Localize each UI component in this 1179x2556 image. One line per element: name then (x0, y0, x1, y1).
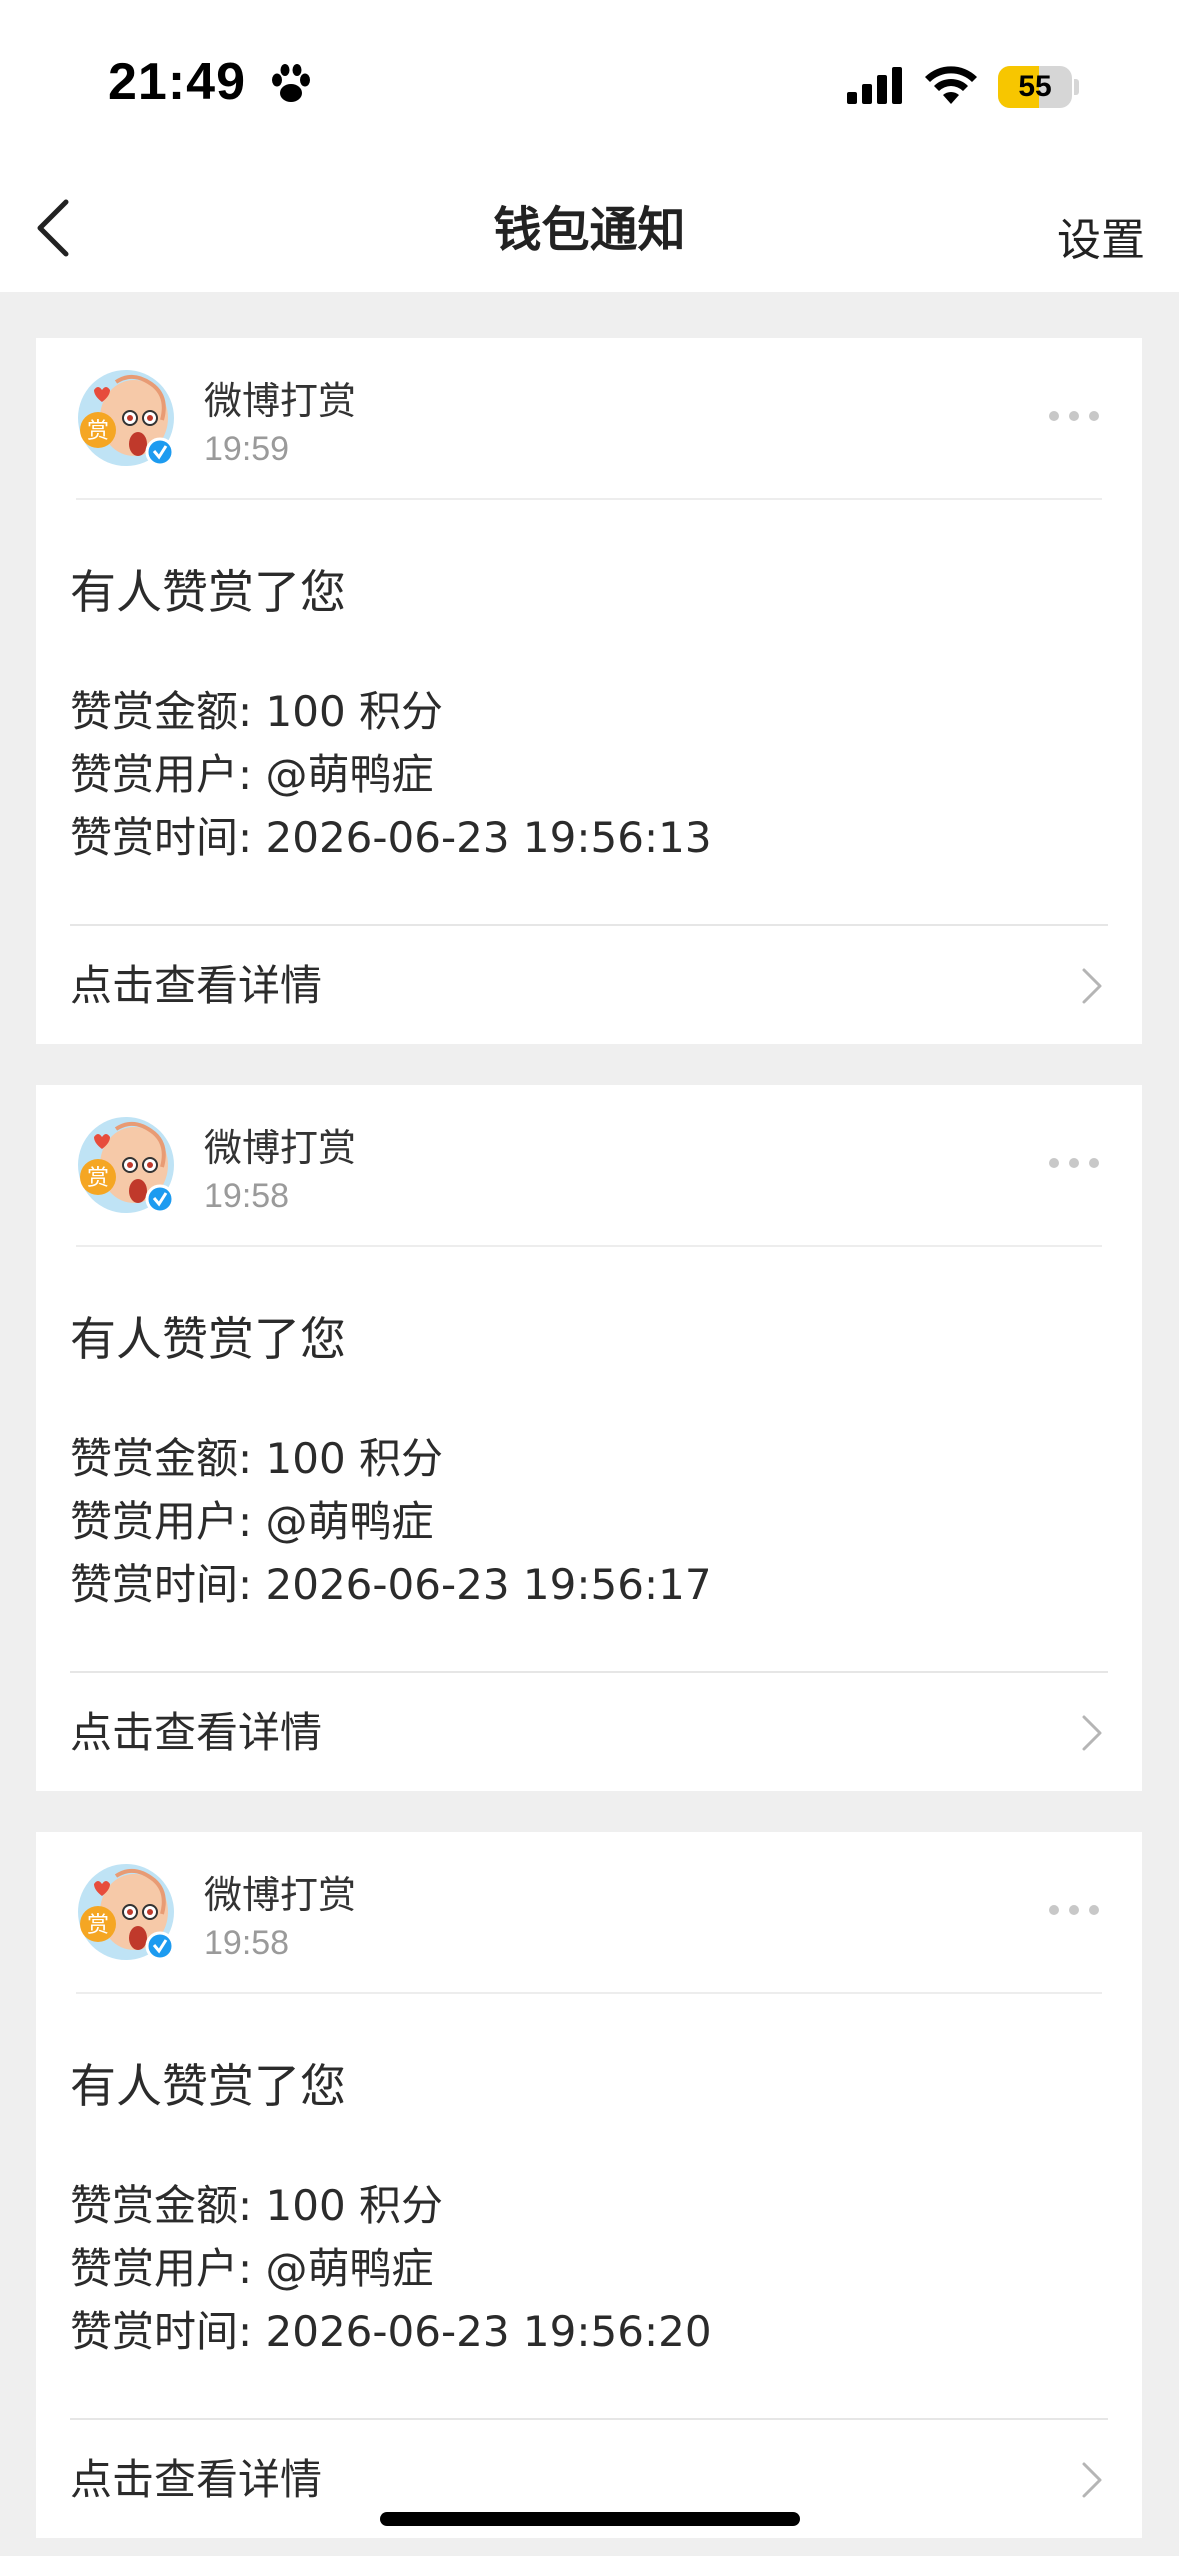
svg-text:赏: 赏 (87, 1913, 109, 1938)
reward-amount: 赞赏金额: 100 积分 (70, 2181, 444, 2230)
avatar[interactable]: 赏 (76, 1862, 176, 1962)
divider (70, 2418, 1108, 2420)
chevron-right-icon[interactable] (1080, 966, 1104, 1006)
sender-time: 19:58 (204, 1924, 290, 1962)
avatar[interactable]: 赏 (76, 368, 176, 468)
view-details-link[interactable]: 点击查看详情 (70, 952, 322, 1013)
wifi-icon (925, 66, 977, 104)
reward-time: 赞赏时间: 2026-06-23 19:56:17 (70, 1560, 712, 1609)
notification-card: 赏 微博打赏 19:59 有人赞赏了您 赞赏金额: 100 积分 赞赏用户: @… (36, 338, 1142, 1044)
notification-card: 赏 微博打赏 19:58 有人赞赏了您 赞赏金额: 100 积分 赞赏用户: @… (36, 1832, 1142, 2538)
reward-amount: 赞赏金额: 100 积分 (70, 687, 444, 736)
reward-user: 赞赏用户: @萌鸭症 (70, 750, 434, 799)
divider (76, 498, 1102, 500)
view-details-link[interactable]: 点击查看详情 (70, 1699, 322, 1760)
divider (76, 1992, 1102, 1994)
divider (70, 924, 1108, 926)
battery-level: 55 (1018, 70, 1052, 103)
status-bar: 21:49 55 (0, 0, 1179, 160)
reward-time: 赞赏时间: 2026-06-23 19:56:13 (70, 813, 712, 862)
sender-time: 19:59 (204, 430, 290, 468)
sender-name: 微博打赏 (204, 1873, 357, 1917)
sender-time: 19:58 (204, 1177, 290, 1215)
status-time: 21:49 (108, 53, 246, 111)
reward-user: 赞赏用户: @萌鸭症 (70, 2244, 434, 2293)
more-icon[interactable] (1046, 408, 1102, 424)
signal-icon (847, 67, 902, 104)
reward-amount: 赞赏金额: 100 积分 (70, 1434, 444, 1483)
more-icon[interactable] (1046, 1155, 1102, 1171)
svg-text:赏: 赏 (87, 419, 109, 444)
notification-title: 有人赞赏了您 (70, 2059, 346, 2113)
svg-text:赏: 赏 (87, 1166, 109, 1191)
sender-name: 微博打赏 (204, 379, 357, 423)
view-details-link[interactable]: 点击查看详情 (70, 2446, 322, 2507)
divider (76, 1245, 1102, 1247)
more-icon[interactable] (1046, 1902, 1102, 1918)
reward-time: 赞赏时间: 2026-06-23 19:56:20 (70, 2307, 712, 2356)
avatar[interactable]: 赏 (76, 1115, 176, 1215)
notification-title: 有人赞赏了您 (70, 565, 346, 619)
home-indicator (380, 2512, 800, 2526)
page-title: 钱包通知 (493, 202, 686, 258)
divider (70, 1671, 1108, 1673)
reward-user: 赞赏用户: @萌鸭症 (70, 1497, 434, 1546)
notification-card: 赏 微博打赏 19:58 有人赞赏了您 赞赏金额: 100 积分 赞赏用户: @… (36, 1085, 1142, 1791)
chevron-right-icon[interactable] (1080, 1713, 1104, 1753)
battery-icon: 55 (998, 66, 1079, 108)
nav-bar: 钱包通知 设置 (0, 160, 1179, 292)
chevron-right-icon[interactable] (1080, 2460, 1104, 2500)
notification-title: 有人赞赏了您 (70, 1312, 346, 1366)
settings-button[interactable]: 设置 (1057, 204, 1145, 268)
paw-icon (272, 64, 310, 102)
sender-name: 微博打赏 (204, 1126, 357, 1170)
